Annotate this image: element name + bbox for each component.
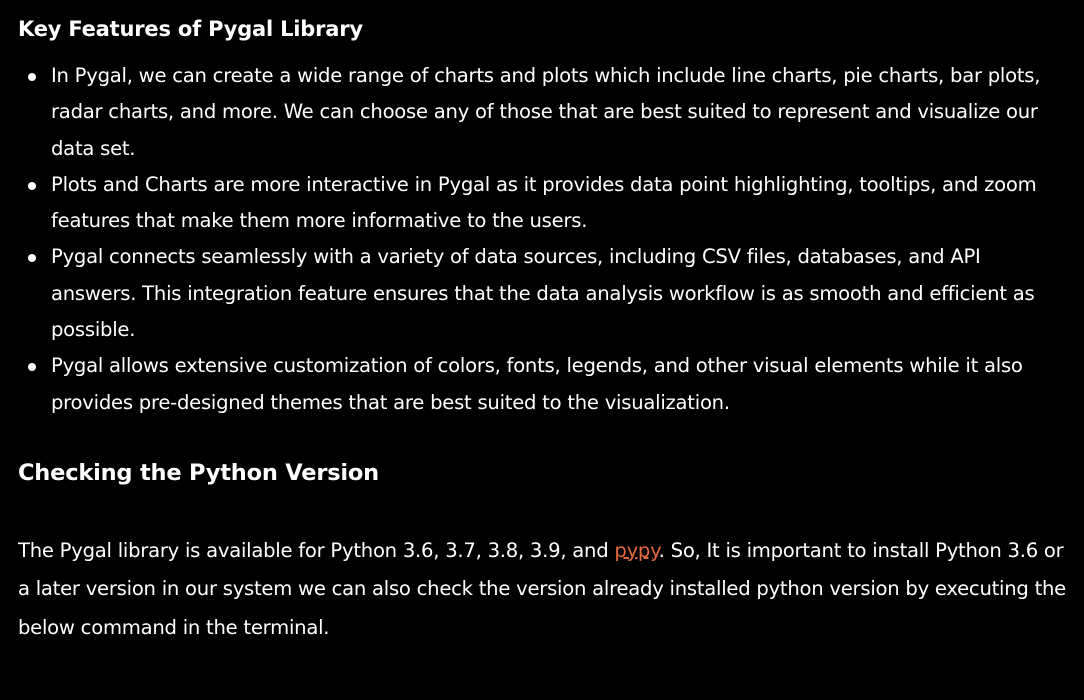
features-heading: Key Features of Pygal Library [18, 17, 363, 41]
feature-item-3: Pygal connects seamlessly with a variety… [18, 239, 1066, 348]
paragraph-text-before-link: The Pygal library is available for Pytho… [18, 538, 615, 562]
article-content: Key Features of Pygal Library In Pygal, … [0, 0, 1084, 700]
feature-item-4: Pygal allows extensive customization of … [18, 348, 1066, 421]
python-version-paragraph: The Pygal library is available for Pytho… [18, 532, 1066, 647]
pypy-link[interactable]: pypy [614, 539, 659, 562]
features-list: In Pygal, we can create a wide range of … [18, 58, 1066, 421]
feature-item-1: In Pygal, we can create a wide range of … [18, 58, 1066, 167]
python-version-heading: Checking the Python Version [18, 459, 380, 486]
feature-item-2: Plots and Charts are more interactive in… [18, 167, 1066, 240]
